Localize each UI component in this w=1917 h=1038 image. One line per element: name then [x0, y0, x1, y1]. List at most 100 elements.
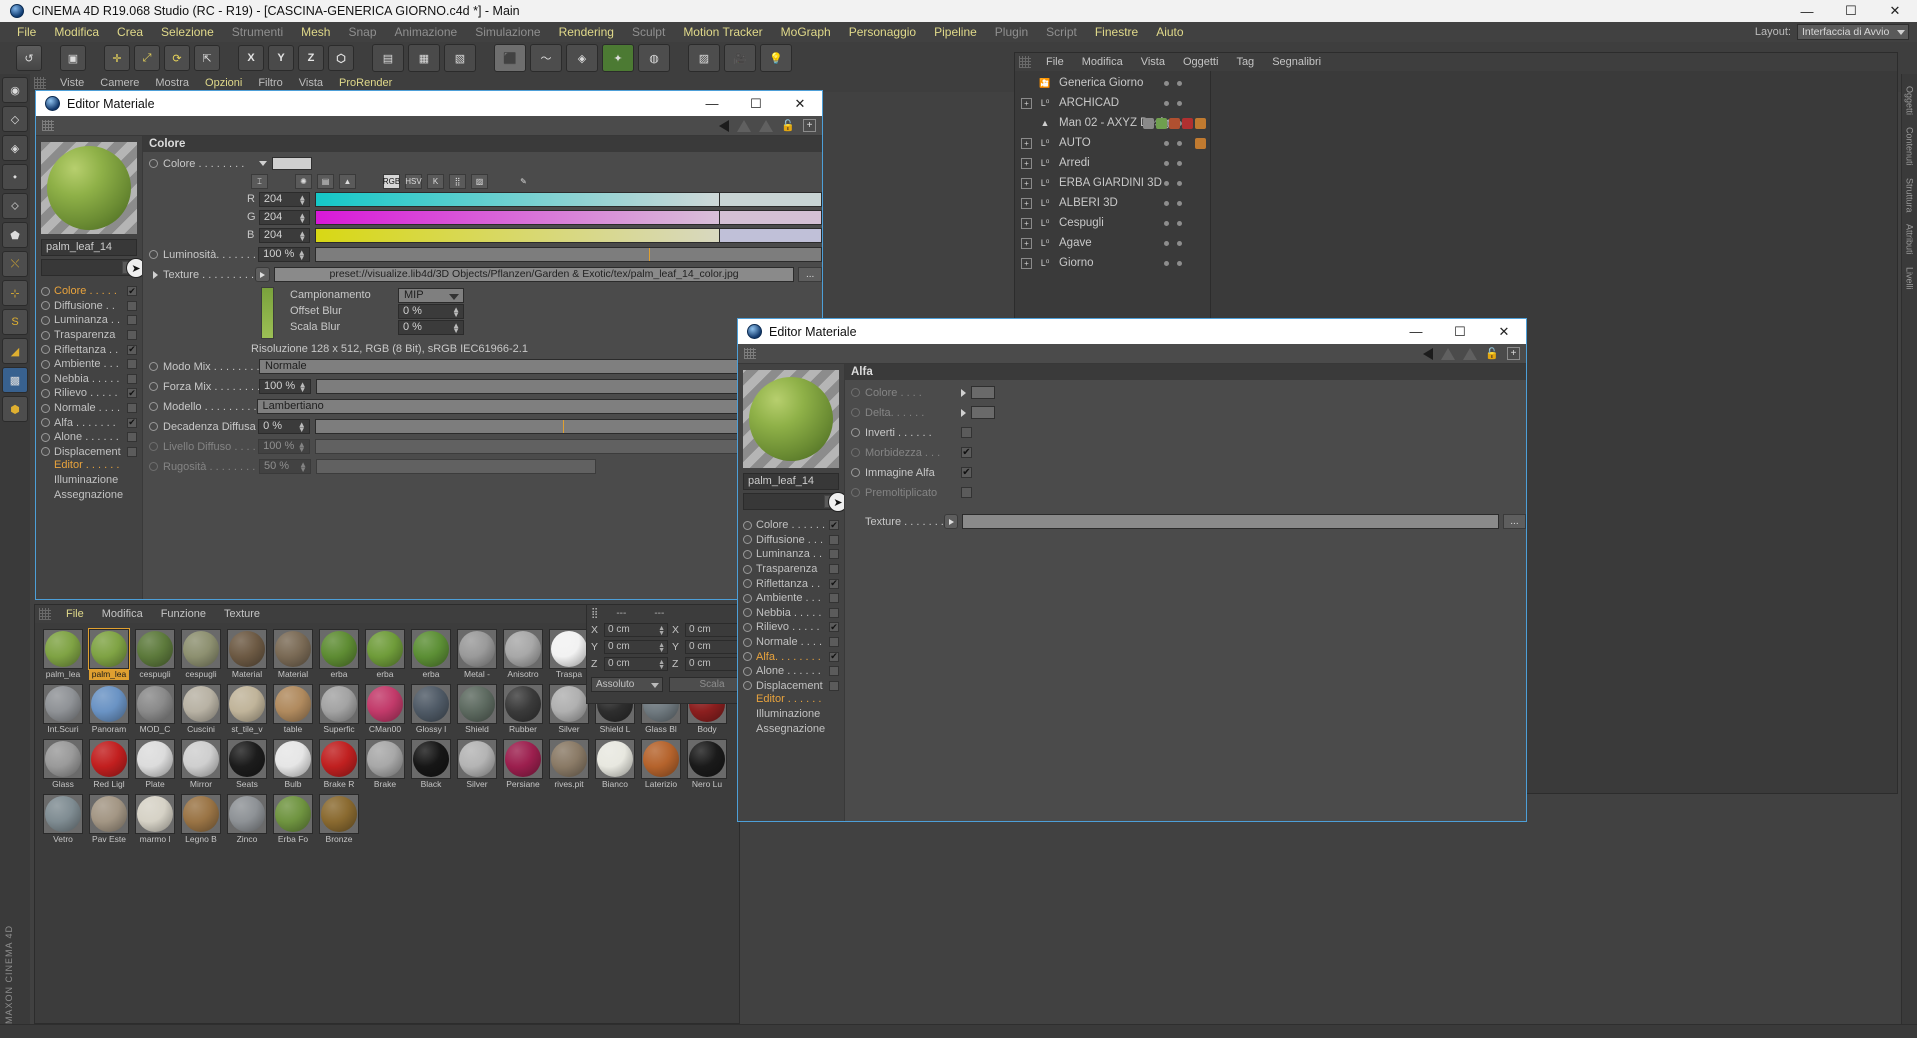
world-axis-button[interactable]: ⬡ [328, 45, 354, 71]
eyedropper-icon[interactable]: ✎ [515, 174, 532, 189]
viewport-menu-filtro[interactable]: Filtro [250, 77, 290, 89]
me1-mix-strength-value[interactable]: 100 % ▲ ▼ [259, 379, 311, 394]
object-row[interactable]: 🎦 Generica Giorno [1015, 73, 1210, 93]
matbrowser-menu-file[interactable]: File [57, 608, 93, 620]
subitem-0[interactable]: Editor . . . . . . [41, 459, 137, 474]
matbrowser-menu-funzione[interactable]: Funzione [152, 608, 215, 620]
channel-radio[interactable] [743, 681, 752, 691]
channel-10[interactable]: Alone . . . . . . [41, 430, 137, 445]
me2-material-preview[interactable] [743, 370, 839, 468]
expand-icon[interactable] [961, 388, 966, 397]
channel-checkbox[interactable] [829, 593, 839, 604]
channel-radio[interactable] [743, 579, 752, 589]
dock-tab-livelli[interactable]: Livelli [1905, 267, 1915, 290]
om-menu-file[interactable]: File [1037, 56, 1073, 68]
object-visibility-dots[interactable] [1164, 160, 1182, 166]
viewport-menu-opzioni[interactable]: Opzioni [197, 77, 250, 89]
channel-checkbox[interactable] [127, 446, 137, 457]
channel-checkbox[interactable] [829, 666, 839, 677]
material-editor-window-1[interactable]: Editor Materiale — ☐ ✕ 🔓 + palm_leaf_14 … [35, 90, 823, 600]
material-cell[interactable]: rives.pit [549, 739, 589, 790]
om-menu-segnalibri[interactable]: Segnalibri [1263, 56, 1330, 68]
minimize-button[interactable]: — [1785, 0, 1829, 22]
material-cell[interactable]: table [273, 684, 313, 735]
material-thumbnail[interactable] [89, 739, 129, 779]
menu-item-simulazione[interactable]: Simulazione [466, 22, 549, 42]
material-thumbnail[interactable] [549, 739, 589, 779]
menu-item-selezione[interactable]: Selezione [152, 22, 223, 42]
channel-8[interactable]: Normale . . . . [41, 401, 137, 416]
sliders-icon[interactable]: ⣿ [449, 174, 466, 189]
material-cell[interactable]: Laterizio [641, 739, 681, 790]
coord-position-field[interactable]: 0 cm ▲ ▼ [604, 622, 668, 637]
subitem-2[interactable]: Assegnazione [41, 489, 137, 504]
render-view-button[interactable]: ▤ [372, 44, 404, 72]
material-cell[interactable]: Seats [227, 739, 267, 790]
me1-brightness-value[interactable]: 100 % ▲ ▼ [258, 247, 310, 262]
dock-tab-oggetti[interactable]: Oggetti [1905, 86, 1915, 115]
channel-radio[interactable] [41, 286, 50, 296]
channel-checkbox[interactable] [127, 403, 137, 414]
material-thumbnail[interactable] [89, 794, 129, 834]
edges-mode-tool[interactable]: ⬦ [2, 193, 28, 219]
coord-position-field[interactable]: 0 cm ▲ ▼ [604, 639, 668, 654]
channel-2[interactable]: Luminanza . . [41, 313, 137, 328]
make-editable-tool[interactable]: ◉ [2, 77, 28, 103]
material-cell[interactable]: palm_lea [43, 629, 83, 680]
alfa-param-0[interactable]: Colore . . . . [845, 384, 1526, 401]
channel-checkbox[interactable] [829, 549, 839, 560]
maximize-button[interactable]: ☐ [1829, 0, 1873, 22]
material-cell[interactable]: Material [273, 629, 313, 680]
rgb-gradient-G[interactable] [315, 209, 721, 225]
rgb-value-G[interactable]: 204 ▲ ▼ [258, 209, 311, 225]
object-row[interactable]: + L⁰ ALBERI 3D [1015, 193, 1210, 213]
me1-texture-row[interactable]: Texture . . . . . . . . . . preset://vis… [143, 266, 822, 283]
material-cell[interactable]: Shield [457, 684, 497, 735]
object-tag[interactable] [1156, 117, 1167, 129]
camera-button[interactable]: 🎥 [724, 44, 756, 72]
subitem-2[interactable]: Assegnazione [743, 723, 839, 738]
material-cell[interactable]: Cuscini [181, 684, 221, 735]
channel-checkbox[interactable]: ✔ [829, 651, 839, 662]
me1-roughness-row[interactable]: Rugosità . . . . . . . . 50 % ▲ ▼ [143, 458, 822, 475]
dock-tab-struttura[interactable]: Struttura [1905, 178, 1915, 213]
me1-material-name-field[interactable]: palm_leaf_14 [41, 239, 137, 256]
material-cell[interactable]: Bianco [595, 739, 635, 790]
object-tag[interactable] [1195, 137, 1206, 149]
alfa-param-3[interactable]: Morbidezza . . . ✔ [845, 444, 1526, 461]
expand-icon[interactable]: + [1021, 217, 1032, 229]
me1-link-field[interactable]: ➤ [41, 258, 146, 278]
menu-item-snap[interactable]: Snap [339, 22, 385, 42]
me1-minimize-button[interactable]: — [690, 91, 734, 116]
material-thumbnail[interactable] [181, 629, 221, 669]
material-thumbnail[interactable] [43, 684, 83, 724]
channel-checkbox[interactable] [829, 637, 839, 648]
channel-checkbox[interactable] [829, 564, 839, 575]
channel-1[interactable]: Diffusione . . [41, 299, 137, 314]
material-thumbnail[interactable] [365, 739, 405, 779]
channel-3[interactable]: Trasparenza [743, 562, 839, 577]
param-checkbox[interactable] [961, 427, 972, 438]
material-thumbnail[interactable] [181, 684, 221, 724]
channel-radio[interactable] [41, 345, 50, 355]
material-cell[interactable]: Traspa [549, 629, 589, 680]
menu-item-rendering[interactable]: Rendering [550, 22, 623, 42]
channel-checkbox[interactable]: ✔ [829, 578, 839, 589]
me1-diffuse-falloff-radio[interactable] [149, 422, 158, 431]
viewport-solo-tool[interactable]: ▩ [2, 367, 28, 393]
channel-radio[interactable] [743, 622, 752, 632]
material-cell[interactable]: Anisotro [503, 629, 543, 680]
material-cell[interactable]: Brake R [319, 739, 359, 790]
generator-button[interactable]: ◈ [566, 44, 598, 72]
stepper-icon[interactable]: ▲▼ [299, 381, 307, 394]
scale-tool-button[interactable]: ⤢ [134, 45, 160, 71]
channel-4[interactable]: Riflettanza . . ✔ [41, 342, 137, 357]
param-checkbox[interactable]: ✔ [961, 467, 972, 478]
move-tool-button[interactable]: ✛ [104, 45, 130, 71]
material-cell[interactable]: cespugli [181, 629, 221, 680]
param-swatch[interactable] [971, 406, 995, 419]
channel-8[interactable]: Normale . . . . [743, 635, 839, 650]
channel-checkbox[interactable] [829, 607, 839, 618]
object-visibility-dots[interactable] [1164, 200, 1182, 206]
viewport-menu-viste[interactable]: Viste [52, 77, 92, 89]
